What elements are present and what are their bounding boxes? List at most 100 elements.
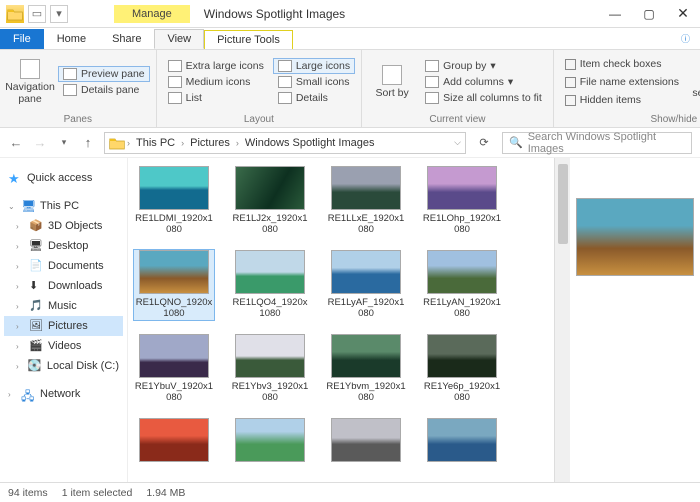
ribbon-collapse-icon[interactable]: ⓘ — [671, 28, 700, 49]
sidebar-network[interactable]: › 🖧 Network — [4, 384, 123, 404]
layout-xl-icons[interactable]: Extra large icons — [163, 58, 269, 74]
sidebar-item[interactable]: ›🎵Music — [4, 296, 123, 316]
file-extensions-toggle[interactable]: File name extensions — [560, 74, 684, 90]
file-tile[interactable] — [230, 418, 310, 466]
file-tile[interactable]: RE1LyAF_1920x1080 — [326, 250, 406, 320]
size-columns-button[interactable]: Size all columns to fit — [420, 90, 547, 106]
file-tile[interactable] — [134, 418, 214, 466]
chevron-down-icon[interactable]: ⌄ — [8, 202, 16, 211]
search-input[interactable]: 🔍 Search Windows Spotlight Images — [502, 132, 692, 154]
recent-dropdown[interactable]: ▾ — [56, 137, 72, 148]
sidebar-this-pc[interactable]: ⌄ 🖥 This PC — [4, 196, 123, 216]
thumbnail-image — [139, 166, 209, 210]
tab-picture-tools[interactable]: Picture Tools — [204, 30, 293, 49]
quick-access-toolbar: ▭ ▾ — [0, 5, 74, 23]
maximize-button[interactable]: ▢ — [632, 0, 666, 28]
thumbnail-image — [331, 250, 401, 294]
file-tile[interactable] — [326, 418, 406, 466]
sidebar-item[interactable]: ›🖥Desktop — [4, 236, 123, 256]
crumb-current[interactable]: Windows Spotlight Images — [241, 137, 379, 149]
sidebar-item[interactable]: ›🖼Pictures — [4, 316, 123, 336]
tab-share[interactable]: Share — [99, 29, 154, 49]
chevron-right-icon[interactable]: › — [16, 242, 24, 251]
file-tile[interactable]: RE1LDMI_1920x1080 — [134, 166, 214, 236]
qat-button[interactable]: ▭ — [28, 5, 46, 23]
layout-details[interactable]: Details — [273, 90, 355, 106]
file-grid[interactable]: RE1LDMI_1920x1080RE1LJ2x_1920x1080RE1LLx… — [128, 158, 554, 482]
chevron-right-icon[interactable]: › — [16, 262, 24, 271]
chevron-right-icon[interactable]: › — [16, 302, 24, 311]
sidebar-item[interactable]: ›📄Documents — [4, 256, 123, 276]
history-dropdown-icon[interactable]: ⌵ — [454, 137, 461, 148]
file-tile[interactable]: RE1LLxE_1920x1080 — [326, 166, 406, 236]
file-tile[interactable]: RE1LJ2x_1920x1080 — [230, 166, 310, 236]
ribbon-group-current-view: Sort by Group by ▾ Add columns ▾ Size al… — [362, 50, 554, 127]
layout-list[interactable]: List — [163, 90, 269, 106]
file-tile[interactable]: RE1Ybvm_1920x1080 — [326, 334, 406, 404]
sidebar-item[interactable]: ›💽Local Disk (C:) — [4, 356, 123, 376]
chevron-right-icon[interactable]: › — [16, 322, 24, 331]
forward-button[interactable]: → — [32, 135, 48, 150]
breadcrumb[interactable]: › This PC › Pictures › Windows Spotlight… — [104, 132, 466, 154]
file-tile[interactable]: RE1LQO4_1920x1080 — [230, 250, 310, 320]
chevron-right-icon[interactable]: › — [127, 138, 130, 148]
file-tile[interactable]: RE1Ye6p_1920x1080 — [422, 334, 502, 404]
sidebar-item[interactable]: ›🎬Videos — [4, 336, 123, 356]
file-tile[interactable] — [422, 418, 502, 466]
chevron-right-icon[interactable]: › — [16, 222, 24, 231]
layout-lg-icons[interactable]: Large icons — [273, 58, 355, 74]
file-tile[interactable]: RE1LyAN_1920x1080 — [422, 250, 502, 320]
tab-home[interactable]: Home — [44, 29, 99, 49]
chevron-right-icon[interactable]: › — [181, 138, 184, 148]
hidden-items-toggle[interactable]: Hidden items — [560, 92, 684, 108]
scrollbar[interactable] — [554, 158, 570, 482]
add-columns-button[interactable]: Add columns ▾ — [420, 74, 547, 90]
group-by-button[interactable]: Group by ▾ — [420, 58, 547, 74]
sidebar-quick-access[interactable]: ★ Quick access — [4, 168, 123, 188]
preview-pane-button[interactable]: Preview pane — [58, 66, 150, 82]
thumbnail-image — [427, 418, 497, 462]
status-count: 94 items — [8, 487, 48, 499]
tab-view[interactable]: View — [154, 29, 204, 49]
item-checkboxes-toggle[interactable]: Item check boxes — [560, 56, 684, 72]
details-pane-button[interactable]: Details pane — [58, 82, 150, 98]
sidebar-item[interactable]: ›📦3D Objects — [4, 216, 123, 236]
up-button[interactable]: ↑ — [80, 135, 96, 150]
hide-selected-button[interactable]: Hide selected items — [688, 52, 700, 112]
chevron-right-icon[interactable]: › — [16, 282, 24, 291]
minimize-button[interactable]: — — [598, 0, 632, 28]
qat-dropdown[interactable]: ▾ — [50, 5, 68, 23]
folder-icon[interactable] — [6, 5, 24, 23]
ribbon-tabs: File Home Share View Picture Tools ⓘ — [0, 28, 700, 50]
chevron-right-icon[interactable]: › — [16, 362, 23, 371]
crumb-this-pc[interactable]: This PC — [132, 137, 179, 149]
file-tile[interactable]: RE1YbuV_1920x1080 — [134, 334, 214, 404]
tab-file[interactable]: File — [0, 29, 44, 49]
navigation-pane-button[interactable]: Navigation pane — [6, 52, 54, 112]
chevron-right-icon[interactable]: › — [236, 138, 239, 148]
back-button[interactable]: ← — [8, 135, 24, 150]
file-tile[interactable]: RE1LOhp_1920x1080 — [422, 166, 502, 236]
folder-icon: 📦 — [29, 219, 43, 233]
file-tile[interactable]: RE1Ybv3_1920x1080 — [230, 334, 310, 404]
crumb-pictures[interactable]: Pictures — [186, 137, 234, 149]
layout-md-icons[interactable]: Medium icons — [163, 74, 269, 90]
sort-by-button[interactable]: Sort by — [368, 52, 416, 112]
manage-tab[interactable]: Manage — [114, 5, 190, 23]
folder-icon: 🎵 — [29, 299, 43, 313]
sidebar-item[interactable]: ›⬇Downloads — [4, 276, 123, 296]
status-bar: 94 items 1 item selected 1.94 MB — [0, 482, 700, 502]
title-bar: ▭ ▾ Manage Windows Spotlight Images — ▢ … — [0, 0, 700, 28]
status-selection: 1 item selected — [62, 487, 133, 499]
thumbnail-image — [427, 250, 497, 294]
file-name: RE1LQO4_1920x1080 — [230, 298, 310, 320]
network-icon: 🖧 — [21, 387, 35, 401]
file-tile[interactable]: RE1LQNO_1920x1080 — [134, 250, 214, 320]
close-button[interactable]: ✕ — [666, 0, 700, 28]
chevron-right-icon[interactable]: › — [16, 342, 24, 351]
scrollbar-thumb[interactable] — [558, 164, 568, 244]
thumbnail-image — [235, 334, 305, 378]
layout-sm-icons[interactable]: Small icons — [273, 74, 355, 90]
refresh-button[interactable]: ⟳ — [474, 136, 494, 149]
chevron-right-icon[interactable]: › — [8, 390, 16, 399]
